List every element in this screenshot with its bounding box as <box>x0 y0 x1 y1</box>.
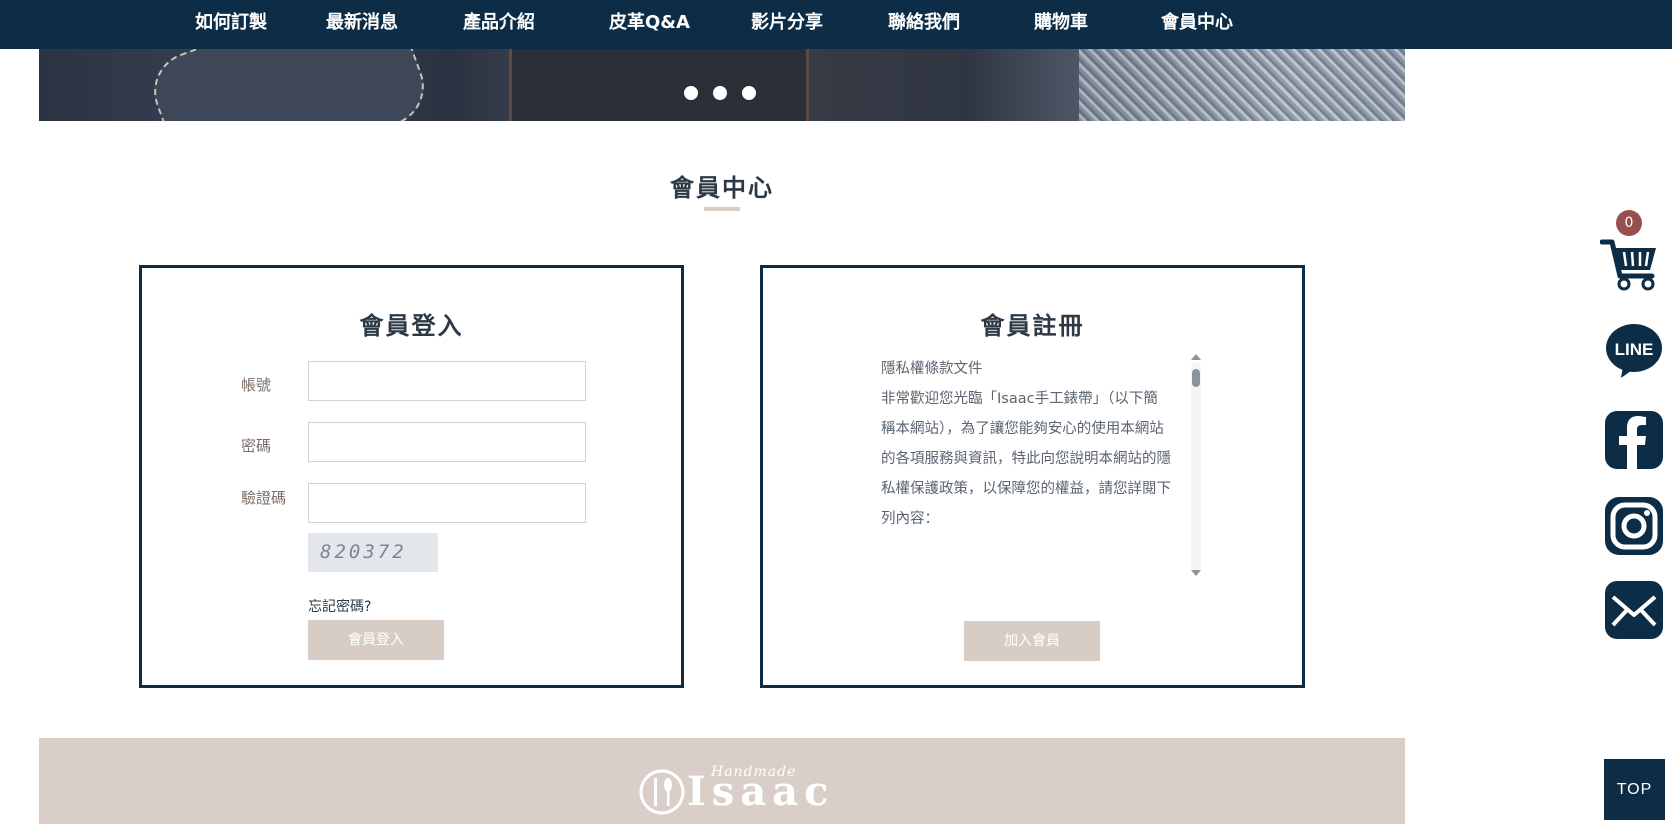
mail-button[interactable] <box>1605 581 1663 639</box>
banner-texture-image <box>1079 49 1405 121</box>
facebook-icon <box>1605 411 1663 469</box>
instagram-button[interactable] <box>1605 497 1663 555</box>
account-input[interactable] <box>308 361 586 401</box>
privacy-terms-box[interactable]: 隱私權條款文件 非常歡迎您光臨「Isaac手工錶帶」（以下簡稱本網站），為了讓您… <box>881 354 1181 576</box>
privacy-terms-title: 隱私權條款文件 <box>881 361 983 377</box>
register-panel: 會員註冊 隱私權條款文件 非常歡迎您光臨「Isaac手工錶帶」（以下簡稱本網站）… <box>760 265 1305 688</box>
scrollbar-track[interactable] <box>1191 362 1201 570</box>
register-heading: 會員註冊 <box>980 312 1085 340</box>
login-heading: 會員登入 <box>359 312 464 340</box>
banner-leather-image <box>509 49 809 121</box>
login-panel: 會員登入 帳號 密碼 驗證碼 820372 忘記密碼? 會員登入 <box>139 265 684 688</box>
facebook-button[interactable] <box>1605 411 1663 469</box>
scrollbar-thumb[interactable] <box>1192 369 1200 387</box>
page-title: 會員中心 <box>670 174 774 202</box>
captcha-input[interactable] <box>308 483 586 523</box>
captcha-label: 驗證碼 <box>241 489 287 507</box>
instagram-icon <box>1605 497 1663 555</box>
password-label: 密碼 <box>241 437 272 455</box>
terms-scrollbar[interactable] <box>1190 354 1202 576</box>
scroll-down-arrow-icon[interactable] <box>1191 570 1201 576</box>
line-label: LINE <box>1615 340 1654 359</box>
line-icon: LINE <box>1606 324 1662 378</box>
nav-item-cart[interactable]: 購物車 <box>1034 0 1088 49</box>
top-navigation: 如何訂製 最新消息 產品介紹 皮革Q&A 影片分享 聯絡我們 購物車 會員中心 <box>0 0 1672 49</box>
forgot-password-link[interactable]: 忘記密碼? <box>308 596 371 616</box>
join-member-button[interactable]: 加入會員 <box>964 621 1100 661</box>
banner-strap-image <box>142 49 436 121</box>
footer: Handmade Isaac <box>39 738 1405 824</box>
login-button[interactable]: 會員登入 <box>308 620 444 660</box>
account-label: 帳號 <box>241 376 272 394</box>
cutlery-logo-icon <box>639 769 685 815</box>
slider-dot-2[interactable] <box>713 86 727 100</box>
slider-dot-3[interactable] <box>742 86 756 100</box>
password-input[interactable] <box>308 422 586 462</box>
nav-item-videos[interactable]: 影片分享 <box>751 0 823 49</box>
nav-item-news[interactable]: 最新消息 <box>326 0 398 49</box>
slider-dot-1[interactable] <box>684 86 698 100</box>
nav-item-products[interactable]: 產品介紹 <box>463 0 535 49</box>
nav-item-contact[interactable]: 聯絡我們 <box>888 0 960 49</box>
nav-item-how-to-order[interactable]: 如何訂製 <box>195 0 267 49</box>
captcha-image[interactable]: 820372 <box>308 533 438 572</box>
nav-item-member-center[interactable]: 會員中心 <box>1161 0 1233 49</box>
nav-item-leather-qa[interactable]: 皮革Q&A <box>609 0 690 49</box>
cart-count-badge: 0 <box>1616 210 1642 236</box>
mail-icon <box>1605 581 1663 639</box>
logo-word: Isaac <box>687 768 835 815</box>
scroll-up-arrow-icon[interactable] <box>1191 354 1201 360</box>
title-underline <box>704 207 740 211</box>
hero-banner <box>39 49 1405 121</box>
line-button[interactable]: LINE <box>1605 322 1663 380</box>
privacy-terms-body: 非常歡迎您光臨「Isaac手工錶帶」（以下簡稱本網站），為了讓您能夠安心的使用本… <box>881 391 1171 527</box>
isaac-logo: Handmade Isaac <box>639 764 828 820</box>
back-to-top-button[interactable]: TOP <box>1604 759 1665 820</box>
